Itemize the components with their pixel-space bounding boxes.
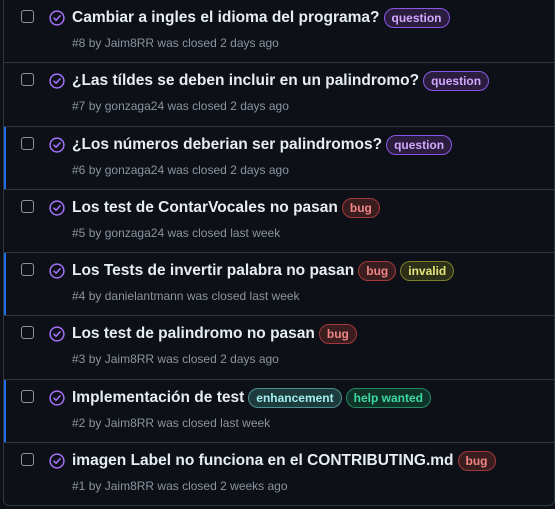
select-checkbox[interactable]	[21, 389, 34, 403]
issue-row[interactable]: Los test de ContarVocales no pasan bug #5 …	[4, 190, 554, 254]
issue-closed-icon	[49, 136, 65, 153]
author-link[interactable]: danielantmann	[105, 289, 184, 303]
issue-title-line: Implementación de test enhancement help wa…	[72, 386, 548, 410]
issue-number: #2	[72, 415, 86, 430]
issue-meta: #1 by Jaim8RR was closed 2 weeks ago	[72, 479, 288, 493]
label-bug[interactable]: bug	[341, 197, 380, 218]
label-bug[interactable]: bug	[457, 451, 496, 472]
label-question[interactable]: question	[423, 71, 490, 92]
issue-title-link[interactable]: Los test de ContarVocales no pasan	[72, 199, 338, 217]
by-text: by	[88, 99, 102, 114]
issue-title-line: Cambiar a ingles el idioma del programa?…	[72, 6, 548, 30]
issue-closed-icon	[49, 73, 65, 89]
closed-time: 2 days ago	[220, 36, 279, 50]
status-text: was closed	[157, 415, 217, 430]
issue-title-link[interactable]: Los Tests de invertir palabra no pasan	[72, 262, 354, 280]
label-bug[interactable]: bug	[318, 324, 357, 345]
author-link[interactable]: Jaim8RR	[105, 36, 154, 50]
author-link[interactable]: Jaim8RR	[105, 479, 154, 493]
issue-closed-icon	[49, 326, 65, 343]
issue-title-line: Los Tests de invertir palabra no pasan bu…	[72, 259, 548, 283]
issue-row[interactable]: Cambiar a ingles el idioma del programa?…	[4, 0, 554, 64]
issue-closed-icon	[49, 453, 65, 469]
issue-closed-icon	[49, 200, 65, 216]
select-checkbox[interactable]	[21, 199, 34, 213]
issue-title-line: ¿Las tíldes se deben incluir en un palin…	[72, 69, 548, 93]
issue-meta: #3 by Jaim8RR was closed 2 days ago	[72, 352, 279, 366]
author-link[interactable]: gonzaga24	[105, 226, 164, 240]
issue-closed-icon	[49, 390, 65, 406]
issue-row[interactable]: ¿Los números deberian ser palindromos? qu…	[4, 126, 554, 190]
issue-title-line: imagen Label no funciona en el CONTRIBUT…	[72, 449, 548, 473]
label-bug[interactable]: bug	[358, 261, 397, 282]
issue-number: #6	[72, 162, 86, 177]
status-text: was closed	[186, 289, 247, 304]
closed-time: 2 days ago	[220, 352, 279, 367]
select-checkbox[interactable]	[21, 136, 34, 150]
issue-title-link[interactable]: ¿Las tíldes se deben incluir en un palin…	[72, 72, 419, 90]
issue-number: #8	[72, 36, 86, 50]
issue-title-link[interactable]: imagen Label no funciona en el CONTRIBUT…	[72, 452, 454, 470]
closed-time: last week	[220, 415, 271, 430]
by-text: by	[88, 415, 102, 430]
status-text: was closed	[167, 99, 227, 114]
label-invalid[interactable]: invalid	[400, 261, 455, 282]
by-text: by	[88, 479, 102, 494]
select-checkbox[interactable]	[21, 453, 34, 467]
issue-row[interactable]: Los test de palindromo no pasan bug #3 by …	[4, 316, 554, 380]
issue-number: #1	[72, 479, 86, 494]
issue-title-line: ¿Los números deberian ser palindromos? qu…	[72, 133, 548, 157]
status-text: was closed	[157, 479, 217, 494]
status-text: was closed	[157, 36, 217, 50]
issue-closed-icon	[49, 10, 65, 26]
select-checkbox[interactable]	[21, 73, 34, 87]
issue-meta: #6 by gonzaga24 was closed 2 days ago	[72, 163, 289, 177]
issue-row[interactable]: ¿Las tíldes se deben incluir en un palin…	[4, 63, 554, 127]
issue-title-line: Los test de palindromo no pasan bug	[72, 322, 548, 346]
issue-meta: #8 by Jaim8RR was closed 2 days ago	[72, 36, 279, 50]
issue-closed-icon	[49, 263, 65, 279]
issue-number: #5	[72, 225, 86, 240]
closed-time: 2 weeks ago	[220, 479, 288, 494]
by-text: by	[88, 352, 102, 367]
issue-title-line: Los test de ContarVocales no pasan bug	[72, 196, 548, 220]
status-text: was closed	[167, 162, 227, 177]
by-text: by	[88, 225, 102, 240]
issue-number: #7	[72, 99, 86, 114]
by-text: by	[88, 36, 102, 50]
issue-title-link[interactable]: Los test de palindromo no pasan	[72, 325, 315, 343]
issue-list: Cambiar a ingles el idioma del programa?…	[3, 0, 555, 506]
closed-time: last week	[249, 289, 300, 304]
issue-row[interactable]: Los Tests de invertir palabra no pasan bu…	[4, 253, 554, 317]
issue-meta: #5 by gonzaga24 was closed last week	[72, 226, 280, 240]
label-helpwanted[interactable]: help wanted	[345, 387, 431, 408]
issue-row[interactable]: Implementación de test enhancement help wa…	[4, 379, 554, 444]
by-text: by	[88, 289, 102, 304]
author-link[interactable]: gonzaga24	[105, 99, 164, 113]
closed-time: 2 days ago	[230, 162, 289, 177]
label-question[interactable]: question	[383, 8, 450, 28]
issue-number: #4	[72, 289, 86, 304]
status-text: was closed	[157, 352, 217, 367]
select-checkbox[interactable]	[21, 326, 34, 340]
issue-title-link[interactable]: ¿Los números deberian ser palindromos?	[72, 136, 382, 154]
author-link[interactable]: Jaim8RR	[105, 352, 154, 366]
issue-meta: #7 by gonzaga24 was closed 2 days ago	[72, 99, 289, 113]
by-text: by	[88, 162, 102, 177]
select-checkbox[interactable]	[21, 10, 34, 23]
label-enhancement[interactable]: enhancement	[248, 387, 342, 408]
closed-time: last week	[230, 225, 281, 240]
select-checkbox[interactable]	[21, 263, 34, 277]
author-link[interactable]: Jaim8RR	[105, 416, 154, 430]
issue-title-link[interactable]: Implementación de test	[72, 389, 244, 407]
issue-row[interactable]: imagen Label no funciona en el CONTRIBUT…	[4, 443, 554, 505]
issue-number: #3	[72, 352, 86, 367]
issue-title-link[interactable]: Cambiar a ingles el idioma del programa?	[72, 9, 380, 27]
status-text: was closed	[167, 225, 227, 240]
closed-time: 2 days ago	[230, 99, 289, 114]
issue-meta: #4 by danielantmann was closed last week	[72, 289, 300, 303]
issue-meta: #2 by Jaim8RR was closed last week	[72, 416, 270, 430]
author-link[interactable]: gonzaga24	[105, 163, 164, 177]
label-question[interactable]: question	[386, 134, 453, 155]
